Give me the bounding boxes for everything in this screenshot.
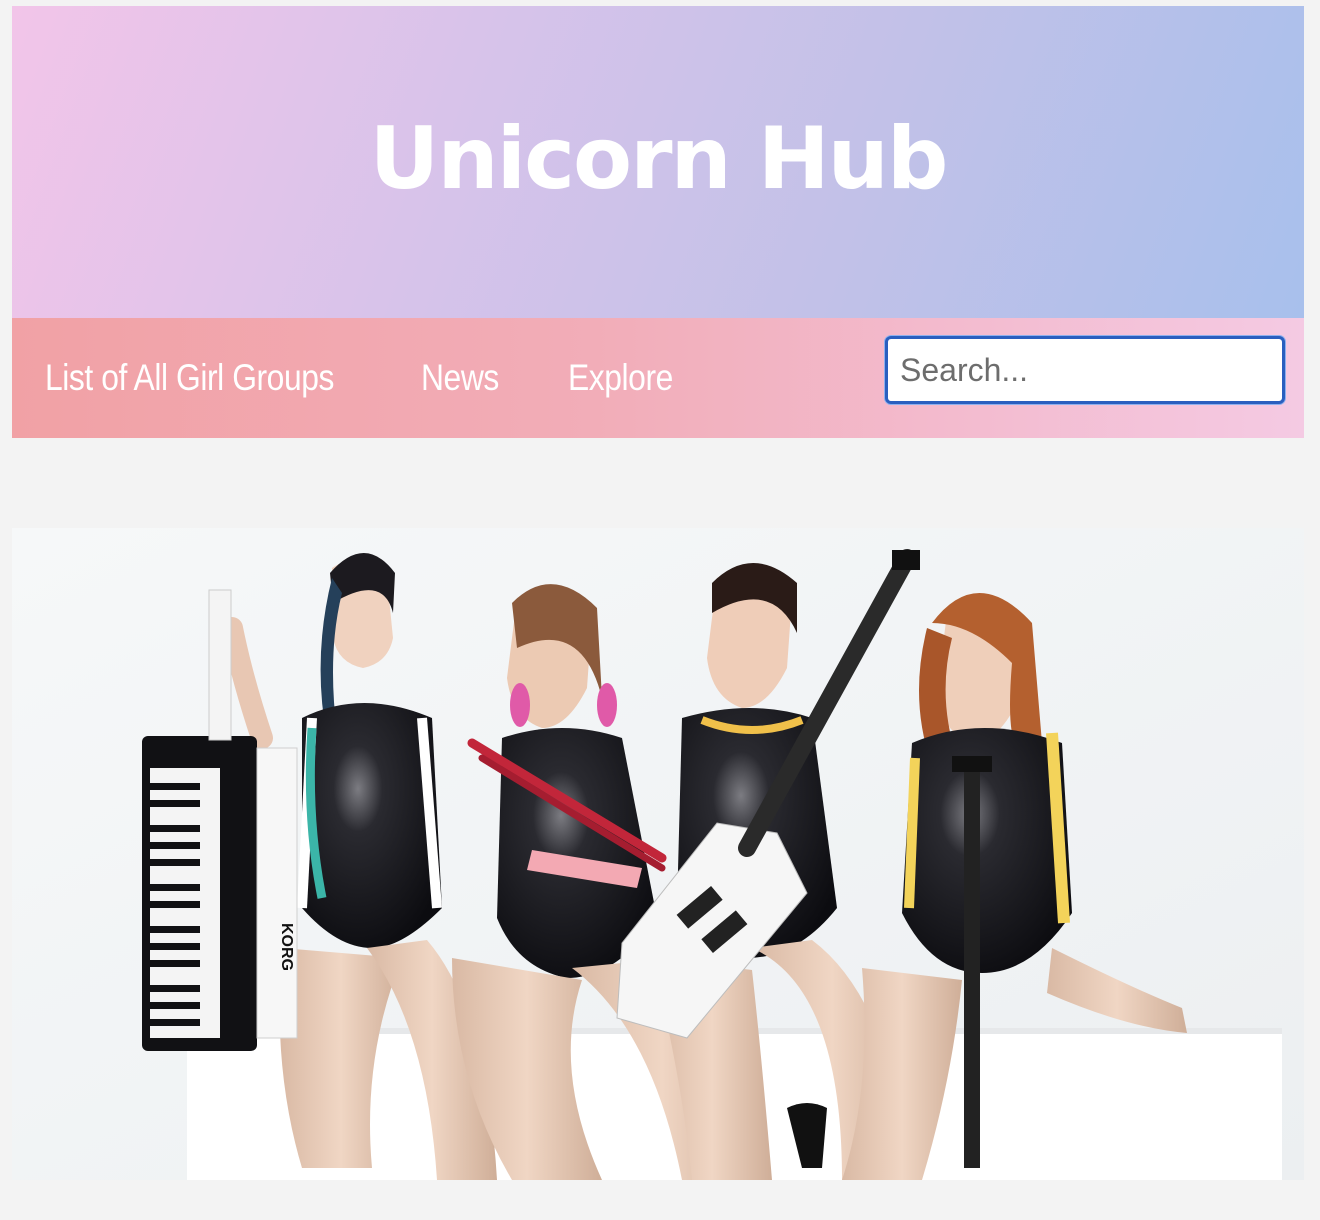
- top-navbar: List of All Girl Groups News Explore: [12, 318, 1304, 438]
- banner-photo: KORG: [12, 528, 1304, 1180]
- nav-link-girl-groups[interactable]: List of All Girl Groups: [45, 356, 334, 400]
- site-header: Unicorn Hub: [12, 6, 1304, 318]
- search-input[interactable]: [885, 336, 1285, 404]
- banner-image: KORG: [12, 528, 1304, 1180]
- keytar-brand: KORG: [278, 923, 295, 971]
- page: Unicorn Hub List of All Girl Groups News…: [12, 6, 1304, 438]
- site-title: Unicorn Hub: [369, 109, 949, 209]
- nav-link-news[interactable]: News: [421, 356, 499, 400]
- nav-link-explore[interactable]: Explore: [568, 356, 673, 400]
